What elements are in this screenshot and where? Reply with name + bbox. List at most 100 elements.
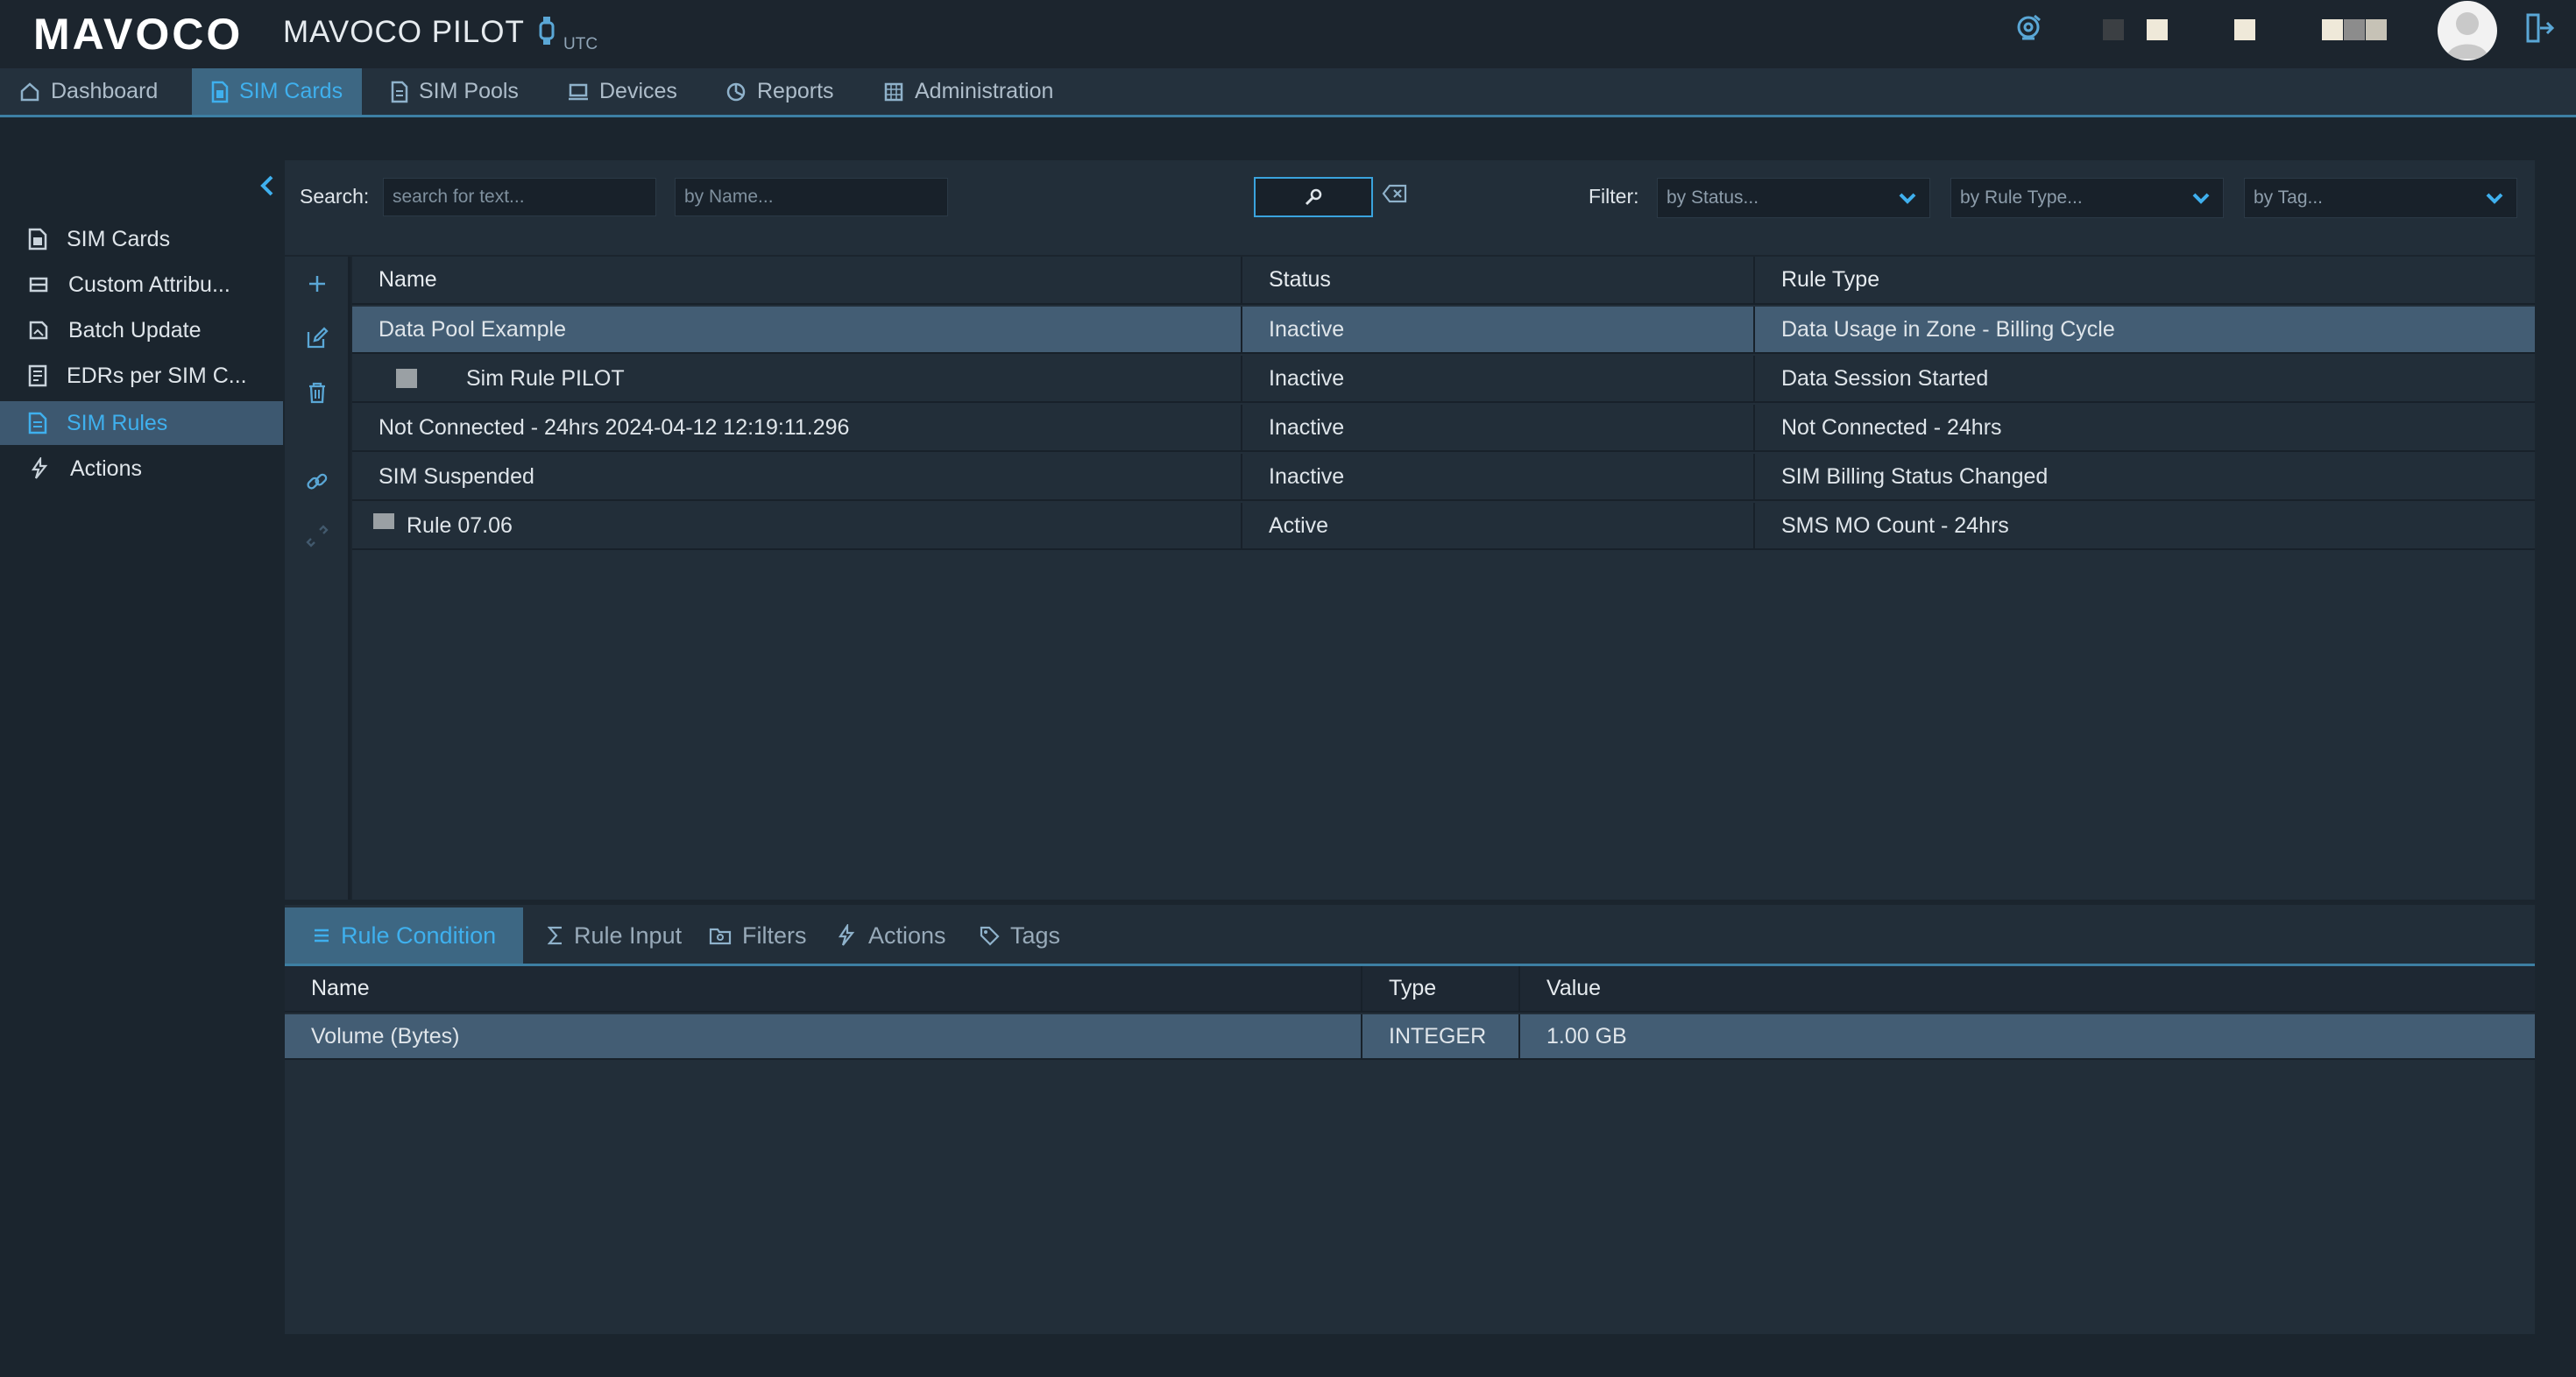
column-header-name[interactable]: Name [285,966,1362,1011]
column-header-status[interactable]: Status [1242,257,1755,303]
table-row[interactable]: Rule 07.06 Active SMS MO Count - 24hrs [352,503,2535,550]
list-icon [313,927,330,944]
table-row[interactable]: SIM Suspended Inactive SIM Billing Statu… [352,454,2535,501]
search-button[interactable] [1254,177,1373,217]
sidebar-item-label: SIM Cards [67,226,171,251]
delete-icon[interactable] [306,381,329,404]
sim-card-icon [28,228,47,251]
edr-icon [28,364,47,387]
sim-pool-icon [391,81,408,103]
status-filter-select[interactable]: by Status... [1657,178,1930,218]
add-icon[interactable] [306,272,329,295]
table-row[interactable]: Volume (Bytes) INTEGER 1.00 GB [285,1014,2535,1060]
table-row[interactable]: Sim Rule PILOT Inactive Data Session Sta… [352,356,2535,403]
app-title: MAVOCO PILOT [283,15,525,49]
row-type-cell: INTEGER [1362,1014,1520,1058]
search-label: Search: [300,185,370,208]
tab-label: Devices [599,79,677,103]
rule-type-filter-select[interactable]: by Rule Type... [1950,178,2224,218]
search-name-input[interactable] [675,178,948,216]
tab-filters[interactable]: Filters [695,907,821,964]
tab-label: Dashboard [51,79,159,103]
row-name-cell: Sim Rule PILOT [352,356,1242,401]
status-indicator-icon [2147,19,2168,40]
logout-icon[interactable] [2524,12,2556,44]
sidebar-item-label: Actions [70,455,142,481]
column-header-value[interactable]: Value [1520,966,2535,1011]
status-indicator-icon [2344,19,2365,40]
tab-label: SIM Pools [419,79,519,103]
tag-filter-select[interactable]: by Tag... [2244,178,2517,218]
top-header: MAVOCO MAVOCO PILOT UTC [0,0,2576,68]
row-rule-type-cell: Data Usage in Zone - Billing Cycle [1781,316,2115,342]
sidebar-item-batch-update[interactable]: Batch Update [0,308,283,352]
custom-attributes-icon [28,274,49,295]
sidebar-item-sim-rules[interactable]: SIM Rules [0,401,283,445]
tab-actions[interactable]: Actions [821,907,960,964]
status-indicator-icon [2322,19,2343,40]
column-header-name[interactable]: Name [352,257,1242,303]
rule-flag-icon [396,369,417,388]
table-header: Name Status Rule Type [352,257,2535,305]
tab-label: Rule Condition [341,922,497,949]
tab-reports[interactable]: Reports [706,68,853,115]
tab-rule-condition[interactable]: Rule Condition [285,907,523,964]
sidebar-item-custom-attributes[interactable]: Custom Attribu... [0,263,283,307]
row-name-text: Rule 07.06 [407,512,513,538]
clear-search-icon[interactable] [1382,183,1408,204]
tab-sim-pools[interactable]: SIM Pools [372,68,538,115]
status-indicator-icon [2234,19,2255,40]
status-indicator-icon [2366,19,2387,40]
search-text-input[interactable] [383,178,656,216]
tab-rule-input[interactable]: Rule Input [534,907,696,964]
row-name-cell: Volume (Bytes) [285,1014,1362,1058]
tab-label: Reports [757,79,834,103]
unlink-icon[interactable] [306,525,329,547]
column-header-rule-type[interactable]: Rule Type [1755,257,2535,303]
tab-tags[interactable]: Tags [965,907,1074,964]
row-name-text: Sim Rule PILOT [466,365,625,391]
watch-icon [538,16,556,46]
status-filter-placeholder: by Status... [1667,187,1759,208]
row-status-cell: Inactive [1242,307,1755,352]
tab-devices[interactable]: Devices [548,68,697,115]
sidebar-item-actions[interactable]: Actions [0,447,283,491]
sigma-icon [548,926,563,945]
row-name-cell: Not Connected - 24hrs 2024-04-12 12:19:1… [352,405,1242,450]
filter-icon [709,926,732,945]
edit-icon[interactable] [306,327,329,350]
chevron-left-icon[interactable] [259,174,275,197]
chevron-down-icon [1898,189,1917,208]
table-row[interactable]: Not Connected - 24hrs 2024-04-12 12:19:1… [352,405,2535,452]
sidebar-item-edrs[interactable]: EDRs per SIM C... [0,354,283,398]
tab-dashboard[interactable]: Dashboard [0,68,177,115]
column-header-type[interactable]: Type [1362,966,1520,1011]
row-rule-type-cell: SMS MO Count - 24hrs [1781,512,2009,538]
table-header: Name Type Value [285,966,2535,1013]
tab-label: Actions [868,922,946,949]
sidebar-item-sim-cards[interactable]: SIM Cards [0,217,283,261]
filter-label: Filter: [1589,185,1639,208]
row-rule-type-cell: Data Session Started [1781,365,1989,391]
tag-filter-placeholder: by Tag... [2254,187,2323,208]
row-status-cell: Inactive [1242,454,1755,499]
link-icon[interactable] [306,470,329,493]
sidebar: SIM Cards Custom Attribu... Batch Update… [0,120,283,1377]
sidebar-item-label: Custom Attribu... [68,272,230,297]
sim-card-icon [211,81,229,103]
row-rule-type-cell: Not Connected - 24hrs [1781,414,2002,440]
tab-administration[interactable]: Administration [864,68,1072,115]
actions-icon [835,924,858,947]
search-icon [1303,187,1324,208]
rules-table: Name Status Rule Type Data Pool Example … [352,257,2535,900]
table-row[interactable]: Data Pool Example Inactive Data Usage in… [352,307,2535,354]
row-status-cell: Inactive [1242,356,1755,401]
mavoco-logo: MAVOCO [33,10,244,59]
tab-sim-cards[interactable]: SIM Cards [192,68,363,115]
tag-icon [979,925,1000,946]
row-name-cell: SIM Suspended [352,454,1242,499]
row-value-cell: 1.00 GB [1546,1023,1627,1049]
avatar[interactable] [2438,1,2497,60]
alarm-icon[interactable] [2015,12,2043,42]
tab-label: Administration [915,79,1054,103]
